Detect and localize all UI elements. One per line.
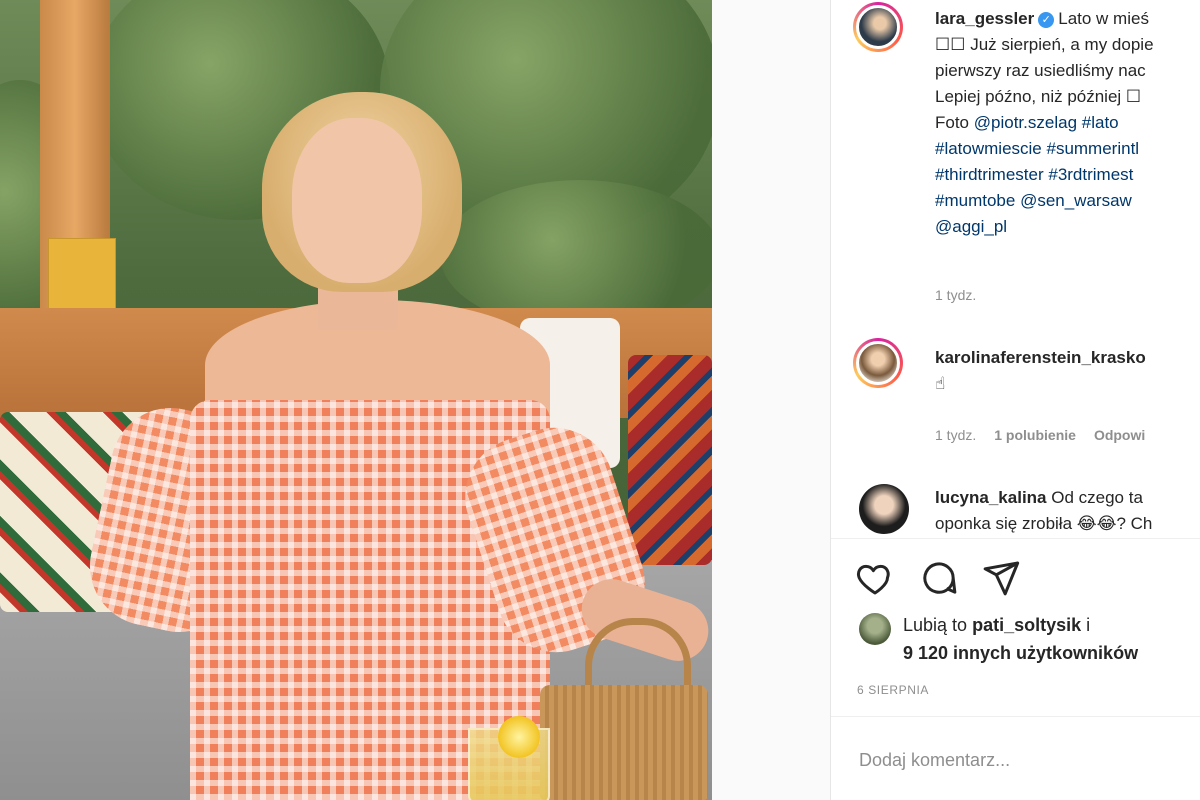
comment-text: Od czego ta (1051, 488, 1143, 507)
post-side-panel: lara_gessler ✓ Lato w mieś ☐☐ Już sierpień… (830, 0, 1200, 800)
likes-count[interactable]: 9 120 innych użytkowników (903, 643, 1138, 664)
author-avatar-image (856, 5, 900, 49)
caption-line: pierwszy raz usiedliśmy nac (935, 61, 1146, 80)
post-photo[interactable] (0, 0, 712, 800)
hashtag-link[interactable]: #thirdtrimester #3rdtrimest (935, 165, 1133, 184)
liker-username[interactable]: pati_soltysik (972, 615, 1081, 635)
comment-meta: 1 tydz. 1 polubienie Odpowi (935, 427, 1145, 443)
wicker-basket (540, 685, 708, 800)
comment-icon[interactable] (919, 558, 959, 598)
likes-conjunction: i (1086, 615, 1091, 635)
hashtag-link[interactable]: #mumtobe (935, 191, 1015, 210)
caption-line: ☐☐ Już sierpień, a my dopie (935, 35, 1154, 54)
author-username[interactable]: lara_gessler (935, 9, 1034, 28)
verified-badge-icon: ✓ (1038, 12, 1055, 28)
heart-icon[interactable] (855, 558, 895, 598)
comment-likes[interactable]: 1 polubienie (994, 427, 1076, 443)
add-comment-bar (831, 716, 1200, 800)
comment-item: lucyna_kalina Od czego ta oponka się zro… (935, 485, 1200, 537)
commenter-avatar-image (856, 341, 900, 385)
likes-prefix: Lubią to (903, 615, 968, 635)
lemon-slice (498, 716, 540, 758)
post-caption: lara_gessler ✓ Lato w mieś ☐☐ Już sierpień… (935, 6, 1200, 240)
comment-username[interactable]: lucyna_kalina (935, 488, 1047, 507)
comment-time[interactable]: 1 tydz. (935, 427, 976, 443)
author-avatar[interactable] (853, 2, 903, 52)
person-face (292, 118, 422, 283)
caption-line: Lepiej późno, niż później ☐ (935, 87, 1142, 106)
mention-link[interactable]: @sen_warsaw (1020, 191, 1132, 210)
hashtag-link[interactable]: #lato (1082, 113, 1119, 132)
caption-foto-label: Foto (935, 113, 970, 132)
caption-line: Lato w mieś (1058, 9, 1149, 28)
comment-text: ☝ (935, 374, 946, 393)
comment-item: karolinaferenstein_krasko ☝ (935, 345, 1200, 397)
mention-link[interactable]: @aggi_pl (935, 217, 1007, 236)
comment-text: oponka się zrobiła 😂😂? Ch (935, 514, 1153, 533)
paper-plane-icon[interactable] (981, 558, 1021, 598)
hashtag-link[interactable]: #latowmiescie #summerintl (935, 139, 1139, 158)
likes-count-text[interactable]: 9 120 innych użytkowników (903, 643, 1138, 663)
likes-summary: Lubią to pati_soltysik i (903, 615, 1090, 636)
comment-input[interactable] (857, 743, 1181, 777)
commenter-avatar[interactable] (859, 484, 909, 534)
post-date[interactable]: 6 SIERPNIA (857, 683, 929, 697)
post-actions-section: Lubią to pati_soltysik i 9 120 innych uż… (831, 538, 1200, 717)
commenter-avatar[interactable] (853, 338, 903, 388)
liker-avatar[interactable] (859, 613, 891, 645)
mention-link[interactable]: @piotr.szelag (974, 113, 1077, 132)
caption-time[interactable]: 1 tydz. (935, 287, 976, 303)
comment-username[interactable]: karolinaferenstein_krasko (935, 348, 1146, 367)
reply-button[interactable]: Odpowi (1094, 427, 1145, 443)
kilim-pillow (628, 355, 712, 565)
